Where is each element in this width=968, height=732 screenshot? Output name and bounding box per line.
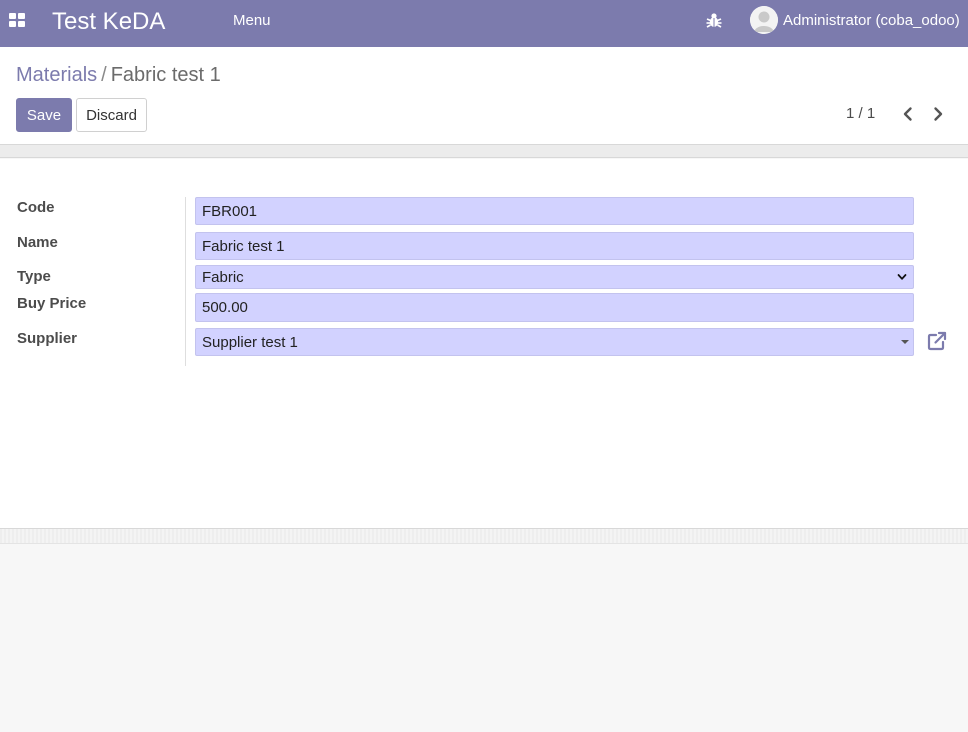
- buy-price-input[interactable]: 500.00: [195, 293, 914, 322]
- name-label: Name: [17, 234, 58, 251]
- breadcrumb-separator: /: [101, 64, 107, 86]
- type-label: Type: [17, 268, 51, 285]
- top-navbar: Test KeDA Menu Administrator (coba_odoo): [0, 0, 968, 47]
- app-brand[interactable]: Test KeDA: [52, 8, 165, 36]
- user-avatar-icon: [750, 6, 778, 34]
- external-link-icon[interactable]: [926, 330, 948, 352]
- type-select-value: Fabric: [202, 268, 244, 286]
- bottom-strip: [0, 529, 968, 544]
- breadcrumb-materials[interactable]: Materials: [16, 64, 97, 86]
- supplier-select-value: Supplier test 1: [202, 333, 298, 351]
- label-divider: [185, 197, 186, 366]
- bug-icon[interactable]: [705, 11, 723, 29]
- chevron-left-icon[interactable]: [898, 104, 918, 124]
- type-select[interactable]: Fabric: [195, 265, 914, 289]
- chevron-right-icon[interactable]: [928, 104, 948, 124]
- separator-strip: [0, 145, 968, 158]
- apps-grid-icon[interactable]: [9, 13, 25, 27]
- discard-button[interactable]: Discard: [76, 98, 147, 132]
- buy-price-label: Buy Price: [17, 295, 87, 312]
- user-name: Administrator (coba_odoo): [783, 11, 960, 29]
- name-input[interactable]: Fabric test 1: [195, 232, 914, 260]
- save-button[interactable]: Save: [16, 98, 72, 132]
- user-menu[interactable]: Administrator (coba_odoo): [750, 6, 960, 34]
- caret-down-icon: [901, 340, 909, 344]
- form-sheet: Code FBR001 Name Fabric test 1 Type Fabr…: [0, 159, 968, 529]
- pager-value[interactable]: 1 / 1: [846, 105, 875, 122]
- code-label: Code: [17, 199, 55, 216]
- supplier-select[interactable]: Supplier test 1: [195, 328, 914, 356]
- code-input[interactable]: FBR001: [195, 197, 914, 225]
- breadcrumb: Materials / Fabric test 1: [16, 63, 221, 87]
- menu-link[interactable]: Menu: [233, 12, 271, 30]
- chevron-down-icon: [897, 274, 907, 280]
- supplier-label: Supplier: [17, 330, 78, 347]
- breadcrumb-current: Fabric test 1: [110, 64, 221, 86]
- control-panel: Materials / Fabric test 1 Save Discard 1 /…: [0, 47, 968, 145]
